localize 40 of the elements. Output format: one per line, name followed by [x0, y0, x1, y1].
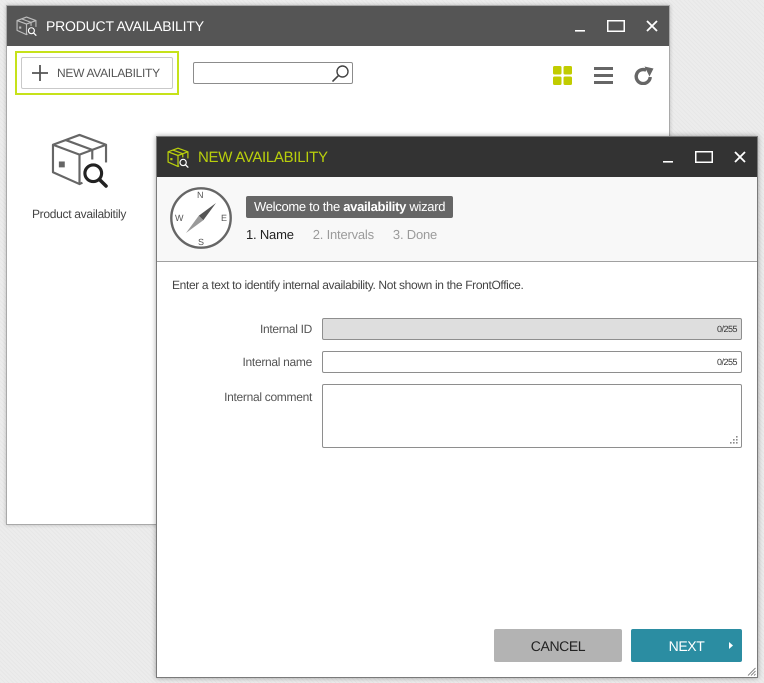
- dialog-title: NEW AVAILABILITY: [198, 148, 328, 166]
- wizard-step: 2. Intervals: [312, 227, 374, 242]
- compass-letter: S: [198, 237, 204, 247]
- list-view-icon[interactable]: [594, 66, 613, 84]
- input-field[interactable]: 0/255: [322, 351, 742, 373]
- compass-icon: [170, 187, 232, 249]
- compass-letter: W: [175, 213, 184, 223]
- compass-letter: N: [197, 190, 204, 200]
- search-field[interactable]: [192, 62, 353, 84]
- caret-icon: [729, 642, 733, 649]
- compass-letter: E: [220, 213, 227, 223]
- wizard-step: 3. Done: [392, 227, 438, 242]
- new-availability-button[interactable]: NEW AVAILABILITY: [15, 51, 179, 95]
- maximize-icon[interactable]: [695, 151, 713, 163]
- character-counter: 0/255: [716, 324, 737, 334]
- item-label[interactable]: Product availabitily: [32, 207, 126, 221]
- field-label: Internal ID: [260, 322, 312, 336]
- resize-grip-icon[interactable]: [747, 667, 756, 676]
- wizard-step: 1. Name: [246, 227, 294, 242]
- welcome-banner: Welcome to the availability wizard: [246, 196, 454, 218]
- package-search-icon[interactable]: [50, 132, 108, 188]
- instruction-text: Enter a text to identify internal availability. Not shown in the FrontOffice.: [172, 278, 524, 292]
- character-counter: 0/255: [716, 357, 737, 367]
- close-icon[interactable]: [646, 20, 658, 32]
- window-title: PRODUCT AVAILABILITY: [46, 18, 204, 34]
- maximize-icon[interactable]: [607, 20, 625, 32]
- plus-icon: [32, 65, 48, 81]
- package-search-icon: [167, 146, 189, 168]
- textarea-field[interactable]: [322, 384, 742, 448]
- minimize-icon[interactable]: [575, 30, 585, 32]
- package-search-icon: [16, 16, 37, 36]
- resize-grip-icon[interactable]: [730, 436, 738, 444]
- close-icon[interactable]: [734, 151, 746, 163]
- field-label: Internal comment: [224, 390, 312, 404]
- search-icon: [332, 64, 349, 82]
- field-label: Internal name: [242, 355, 312, 369]
- cancel-button[interactable]: CANCEL: [494, 629, 622, 662]
- next-button[interactable]: NEXT: [631, 629, 742, 662]
- refresh-icon[interactable]: [634, 66, 654, 84]
- minimize-icon[interactable]: [663, 161, 673, 163]
